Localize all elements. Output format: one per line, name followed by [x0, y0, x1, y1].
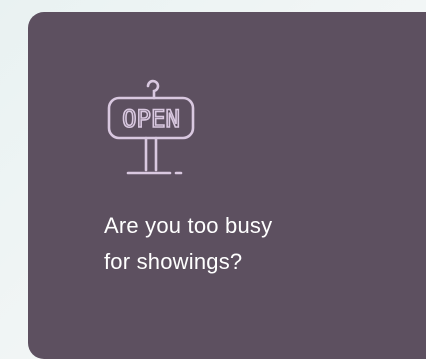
- sign-text: OPEN: [122, 105, 180, 133]
- feature-card: OPEN Are you too busy for showings?: [28, 12, 426, 359]
- card-headline: Are you too busy for showings?: [104, 208, 404, 280]
- headline-line-1: Are you too busy: [104, 213, 273, 238]
- open-sign-icon: OPEN: [107, 79, 195, 175]
- page: OPEN Are you too busy for showings?: [0, 0, 426, 359]
- headline-line-2: for showings?: [104, 249, 243, 274]
